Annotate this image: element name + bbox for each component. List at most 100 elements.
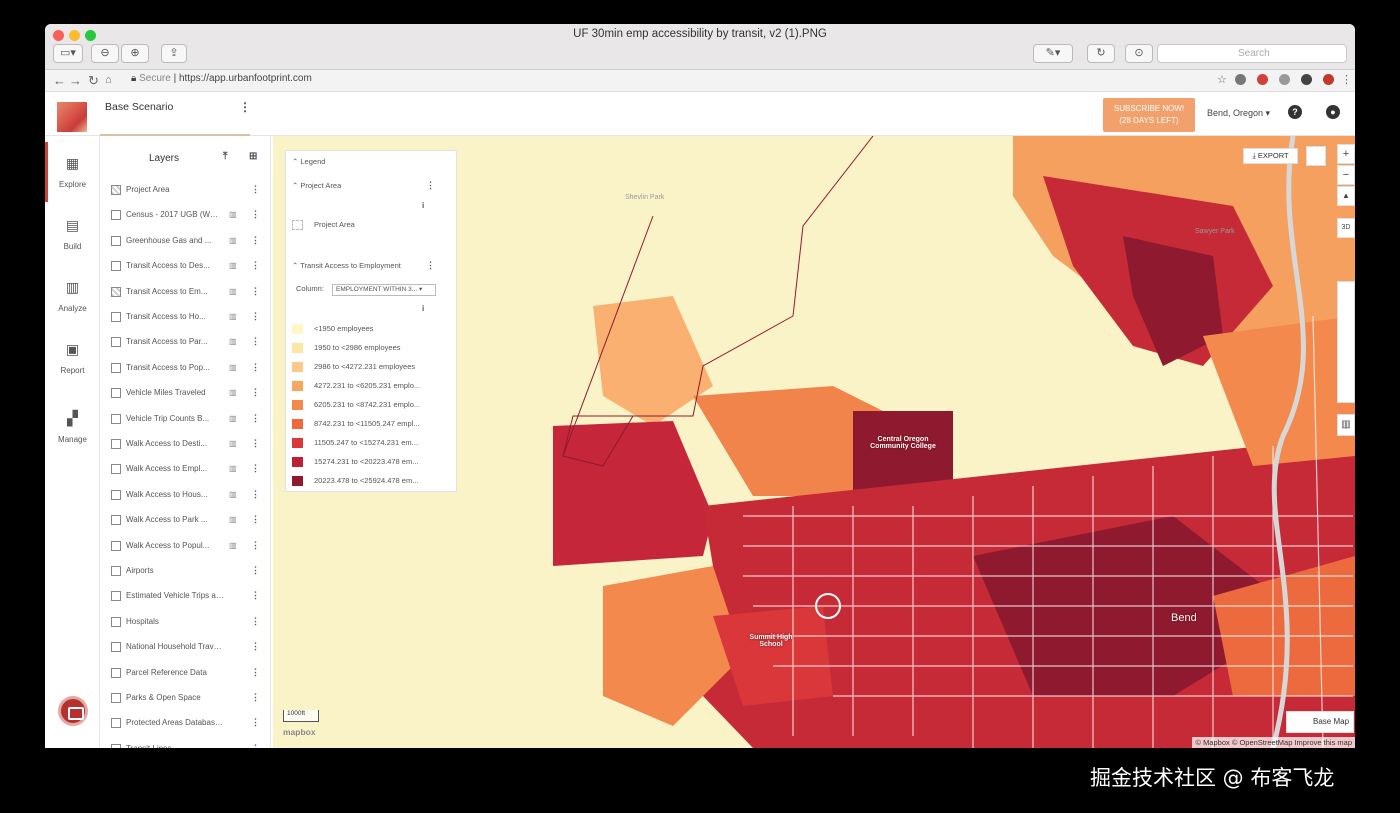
layer-row[interactable]: Transit Access to Ho... ▥ ⋮ xyxy=(111,310,261,326)
bookmark-star-icon[interactable]: ☆ xyxy=(1217,73,1227,86)
layer-row[interactable]: Vehicle Miles Traveled ▥ ⋮ xyxy=(111,386,261,402)
layer-row[interactable]: Transit Access to Em... ▥ ⋮ xyxy=(111,285,261,301)
nav-analyze[interactable]: ▥ Analyze xyxy=(45,280,100,316)
layer-row[interactable]: Project Area ⋮ xyxy=(111,183,261,199)
layer-menu-icon[interactable]: ⋮ xyxy=(251,540,260,551)
annotate-icon[interactable]: ⊙ xyxy=(1125,44,1153,63)
rotate-icon[interactable]: ↻ xyxy=(1087,44,1115,63)
basemap-button[interactable]: Base Map xyxy=(1286,711,1354,733)
chart-icon[interactable]: ▥ xyxy=(229,490,237,499)
extension-icon[interactable] xyxy=(1279,74,1290,85)
chart-icon[interactable]: ▥ xyxy=(229,287,237,296)
export-button[interactable]: ⤓ EXPORT xyxy=(1243,148,1298,164)
chart-icon[interactable]: ▥ xyxy=(229,261,237,270)
zoom-in-icon[interactable]: ⊕ xyxy=(121,44,149,63)
layer-row[interactable]: Walk Access to Popul... ▥ ⋮ xyxy=(111,539,261,555)
layer-checkbox[interactable] xyxy=(111,235,121,246)
layer-checkbox[interactable] xyxy=(111,515,121,526)
extension-icon[interactable] xyxy=(1235,74,1246,85)
layer-row[interactable]: Airports ⋮ xyxy=(111,564,261,580)
share-icon[interactable]: ⇪ xyxy=(161,44,187,63)
layer-menu-icon[interactable]: ⋮ xyxy=(251,235,260,246)
3d-toggle[interactable]: 3D xyxy=(1337,218,1355,238)
layer-menu-icon[interactable]: ⋮ xyxy=(251,667,260,678)
layer-row[interactable]: Walk Access to Desti... ▥ ⋮ xyxy=(111,437,261,453)
layer-menu-icon[interactable]: ⋮ xyxy=(251,565,260,576)
add-layer-icon[interactable]: ⊞ xyxy=(249,151,257,162)
layer-menu-icon[interactable]: ⋮ xyxy=(251,413,260,424)
url-field[interactable]: 🔒︎ Secure | https://app.urbanfootprint.c… xyxy=(131,73,312,84)
layer-checkbox[interactable] xyxy=(111,388,121,399)
account-icon[interactable]: ● xyxy=(1326,105,1340,119)
layer-checkbox[interactable] xyxy=(111,616,121,627)
layer-checkbox[interactable] xyxy=(111,566,121,576)
layer-checkbox[interactable] xyxy=(111,439,121,449)
mapbox-logo[interactable]: mapbox xyxy=(283,727,316,737)
layer-checkbox[interactable] xyxy=(111,667,121,678)
forward-icon[interactable]: → xyxy=(69,73,82,88)
layer-checkbox[interactable] xyxy=(111,210,121,221)
extension-icon[interactable] xyxy=(1257,74,1268,85)
layer-checkbox[interactable] xyxy=(111,591,121,602)
nav-report[interactable]: ▣ Report xyxy=(45,342,100,378)
legend-section-menu-icon[interactable]: ⋮ xyxy=(426,180,435,191)
layer-menu-icon[interactable]: ⋮ xyxy=(251,209,260,220)
layer-checkbox[interactable] xyxy=(111,261,121,272)
layer-row[interactable]: Vehicle Trip Counts B... ▥ ⋮ xyxy=(111,412,261,428)
urbanfootprint-logo[interactable] xyxy=(57,102,87,132)
layer-menu-icon[interactable]: ⋮ xyxy=(251,286,260,297)
layer-checkbox[interactable] xyxy=(111,464,121,475)
layer-menu-icon[interactable]: ⋮ xyxy=(251,692,260,703)
layer-row[interactable]: Walk Access to Hous... ▥ ⋮ xyxy=(111,488,261,504)
nav-manage[interactable]: ▞ Manage xyxy=(45,411,100,447)
reload-icon[interactable]: ↻ xyxy=(88,73,99,89)
chart-icon[interactable]: ▥ xyxy=(229,515,237,524)
layer-checkbox[interactable] xyxy=(111,185,121,195)
upload-icon[interactable]: ⤒ xyxy=(223,151,227,162)
legend-section-menu-icon[interactable]: ⋮ xyxy=(426,260,435,271)
extension-icon[interactable] xyxy=(1323,74,1334,85)
nav-build[interactable]: ▤ Build xyxy=(45,218,100,254)
layer-menu-icon[interactable]: ⋮ xyxy=(251,311,260,322)
legend-header[interactable]: ⌃ Legend xyxy=(292,157,325,169)
layer-row[interactable]: Transit Access to Par... ▥ ⋮ xyxy=(111,335,261,351)
layer-menu-icon[interactable]: ⋮ xyxy=(251,463,260,474)
layer-menu-icon[interactable]: ⋮ xyxy=(251,260,260,271)
layer-checkbox[interactable] xyxy=(111,693,121,703)
scenario-title[interactable]: Base Scenario xyxy=(105,101,173,113)
layer-checkbox[interactable] xyxy=(111,286,121,297)
back-icon[interactable]: ← xyxy=(53,73,66,88)
layer-row[interactable]: Transit Lines ⋮ xyxy=(111,742,261,748)
layer-checkbox[interactable] xyxy=(111,540,121,551)
markup-icon[interactable]: ✎▾ xyxy=(1033,44,1073,63)
chart-icon[interactable]: ▥ xyxy=(229,388,237,397)
chart-icon[interactable]: ▥ xyxy=(229,464,237,473)
layer-row[interactable]: Walk Access to Empl... ▥ ⋮ xyxy=(111,462,261,478)
info-icon[interactable]: i xyxy=(422,304,424,313)
layer-row[interactable]: Census - 2017 UGB (WGS 1... ▥ ⋮ xyxy=(111,208,261,224)
layer-row[interactable]: Transit Access to Pop... ▥ ⋮ xyxy=(111,361,261,377)
layer-checkbox[interactable] xyxy=(111,312,121,322)
layer-menu-icon[interactable]: ⋮ xyxy=(251,616,260,627)
layer-menu-icon[interactable]: ⋮ xyxy=(251,743,260,748)
camera-icon[interactable] xyxy=(1306,146,1326,166)
layer-menu-icon[interactable]: ⋮ xyxy=(251,387,260,398)
chart-icon[interactable]: ▥ xyxy=(229,337,237,346)
layer-checkbox[interactable] xyxy=(111,413,121,424)
chart-icon[interactable]: ▥ xyxy=(229,236,237,245)
layer-checkbox[interactable] xyxy=(111,337,121,348)
chart-icon[interactable]: ▥ xyxy=(229,312,237,321)
layer-row[interactable]: Parks & Open Space ⋮ xyxy=(111,691,261,707)
chart-icon[interactable]: ▥ xyxy=(229,414,237,423)
legend-section-transit[interactable]: ⌃ Transit Access to Employment xyxy=(292,261,401,273)
sidebar-toggle-button[interactable]: ▭▾ xyxy=(53,44,83,63)
map-attribution[interactable]: © Mapbox © OpenStreetMap Improve this ma… xyxy=(1192,737,1355,748)
extension-icon[interactable] xyxy=(1301,74,1312,85)
layer-row[interactable]: Greenhouse Gas and ... ▥ ⋮ xyxy=(111,234,261,250)
chart-icon[interactable]: ▥ xyxy=(229,363,237,372)
layer-row[interactable]: Walk Access to Park ... ▥ ⋮ xyxy=(111,513,261,529)
chart-icon[interactable]: ▥ xyxy=(229,439,237,448)
browser-menu-icon[interactable]: ⋮ xyxy=(1341,73,1352,86)
layer-row[interactable]: Parcel Reference Data ⋮ xyxy=(111,666,261,682)
legend-section-project[interactable]: ⌃ Project Area xyxy=(292,181,341,193)
